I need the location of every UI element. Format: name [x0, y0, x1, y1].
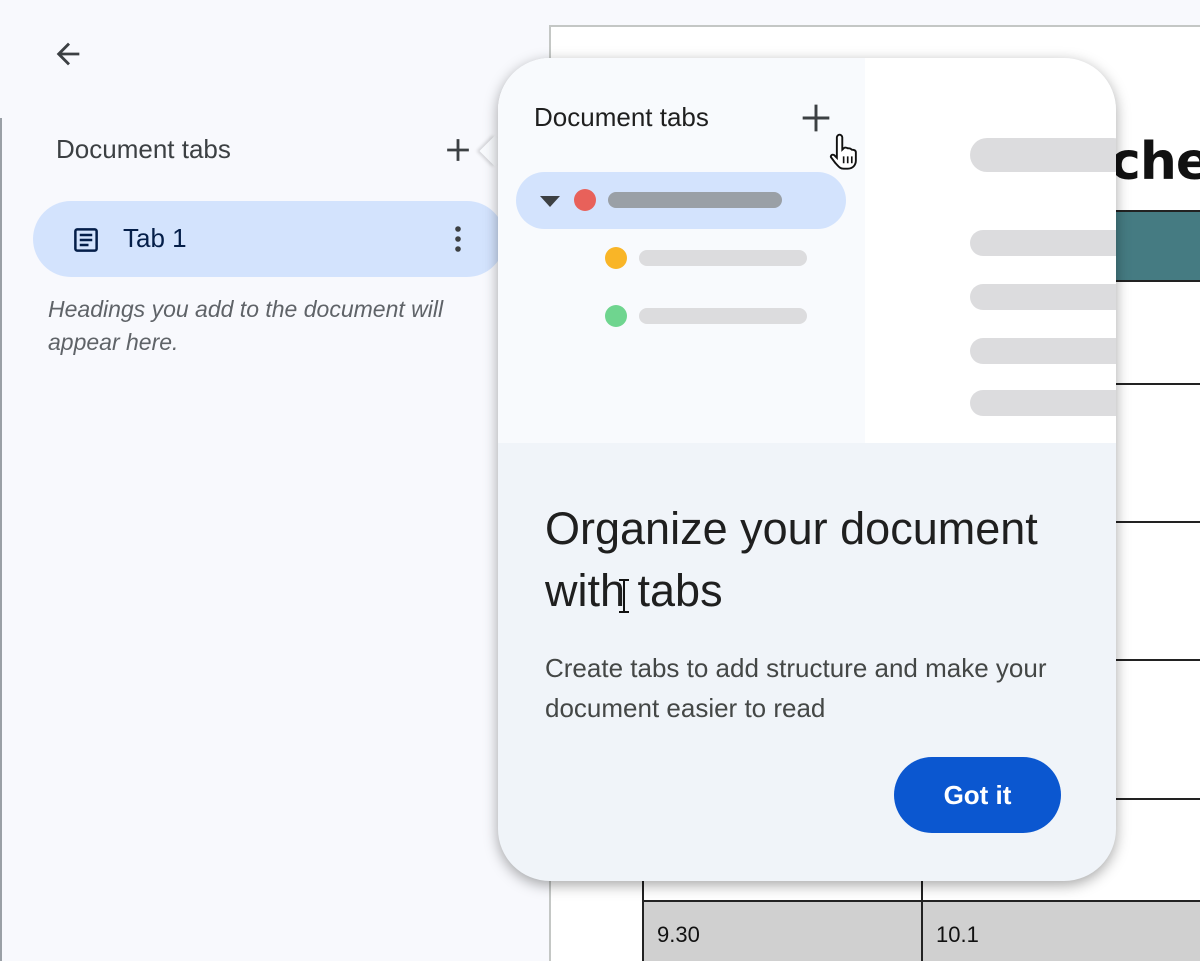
- got-it-button[interactable]: Got it: [894, 757, 1061, 833]
- placeholder-line: [970, 284, 1116, 310]
- placeholder-line: [970, 230, 1116, 256]
- green-dot-icon: [605, 305, 627, 327]
- placeholder-line: [970, 138, 1116, 172]
- sidebar-item-tab-1[interactable]: Tab 1: [33, 201, 505, 277]
- document-icon: [74, 228, 98, 252]
- sidebar-title: Document tabs: [56, 134, 231, 164]
- plus-icon: [447, 139, 469, 161]
- placeholder-bar: [639, 250, 807, 266]
- placeholder-line: [970, 338, 1116, 364]
- table-rule: [642, 880, 644, 961]
- sidebar-border: [0, 118, 2, 961]
- red-dot-icon: [574, 189, 596, 211]
- table-rule: [921, 880, 923, 961]
- hand-pointer-icon: [829, 133, 857, 170]
- table-cell: 9.30: [657, 922, 700, 947]
- tab-options-button[interactable]: [443, 219, 473, 259]
- popup-description: Create tabs to add structure and make yo…: [545, 653, 1047, 723]
- arrow-back-icon: [56, 42, 80, 66]
- placeholder-line: [970, 390, 1116, 416]
- placeholder-bar: [608, 192, 782, 208]
- more-vertical-icon: [455, 226, 461, 252]
- add-tab-button[interactable]: [440, 132, 476, 168]
- back-button[interactable]: [44, 30, 92, 78]
- plus-icon: [802, 104, 830, 132]
- placeholder-bar: [639, 308, 807, 324]
- popup-illustration: Document tabs: [498, 58, 1116, 443]
- illustration-title: Document tabs: [534, 102, 709, 132]
- table-cell: 10.1: [936, 922, 979, 947]
- caret-down-icon: [540, 196, 560, 207]
- text-cursor-icon: [619, 579, 629, 613]
- feature-intro-popup: Document tabs Organize your document wit…: [498, 58, 1116, 881]
- yellow-dot-icon: [605, 247, 627, 269]
- document-heading: che: [1110, 132, 1200, 192]
- headings-hint: Headings you add to the document will ap…: [48, 296, 444, 355]
- tab-label: Tab 1: [123, 223, 187, 253]
